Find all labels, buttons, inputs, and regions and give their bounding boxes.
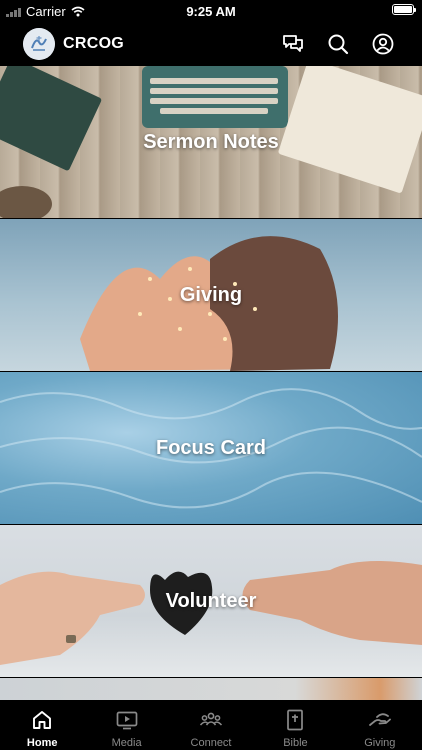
play-icon bbox=[116, 711, 137, 730]
tile-volunteer[interactable]: Volunteer bbox=[0, 525, 422, 677]
tab-label: Media bbox=[111, 737, 142, 749]
status-bar: Carrier 9:25 AM bbox=[0, 0, 422, 22]
tile-giving[interactable]: Giving bbox=[0, 219, 422, 371]
tab-label: Bible bbox=[283, 737, 308, 749]
battery-icon bbox=[392, 4, 416, 15]
user-account-icon[interactable] bbox=[371, 32, 395, 56]
search-icon[interactable] bbox=[326, 32, 350, 56]
tab-label: Home bbox=[26, 737, 58, 749]
tab-media[interactable]: Media bbox=[84, 700, 168, 750]
status-time: 9:25 AM bbox=[186, 4, 236, 19]
people-icon bbox=[199, 712, 223, 726]
logo-mark-icon bbox=[23, 28, 55, 60]
tile-label: Volunteer bbox=[165, 589, 257, 612]
tile-sermon-notes[interactable]: Sermon Notes bbox=[0, 66, 422, 218]
tab-connect[interactable]: Connect bbox=[169, 700, 253, 750]
battery-fill bbox=[394, 6, 412, 13]
tile-label: Sermon Notes bbox=[143, 130, 279, 153]
chat-bubbles-icon[interactable] bbox=[281, 32, 305, 56]
tab-label: Giving bbox=[364, 737, 396, 749]
app-header: CRCOG bbox=[0, 22, 422, 66]
app-title: CRCOG bbox=[63, 35, 125, 52]
tab-label: Connect bbox=[190, 737, 232, 749]
tile-label: Focus Card bbox=[155, 436, 267, 459]
tab-home[interactable]: Home bbox=[0, 700, 84, 750]
giving-hand-icon bbox=[368, 713, 391, 726]
tab-bar: Home Media Connect Bible Giving bbox=[0, 700, 422, 750]
church-logo[interactable] bbox=[23, 28, 55, 60]
bible-icon bbox=[287, 709, 304, 731]
tab-giving[interactable]: Giving bbox=[338, 700, 422, 750]
tile-label: Giving bbox=[179, 283, 243, 306]
tile-partial-next[interactable] bbox=[0, 678, 422, 700]
home-icon bbox=[33, 711, 52, 729]
tile-focus-card[interactable]: Focus Card bbox=[0, 372, 422, 524]
tab-bible[interactable]: Bible bbox=[253, 700, 337, 750]
feature-tiles: Sermon Notes Giving Focus Card Volunteer bbox=[0, 66, 422, 700]
